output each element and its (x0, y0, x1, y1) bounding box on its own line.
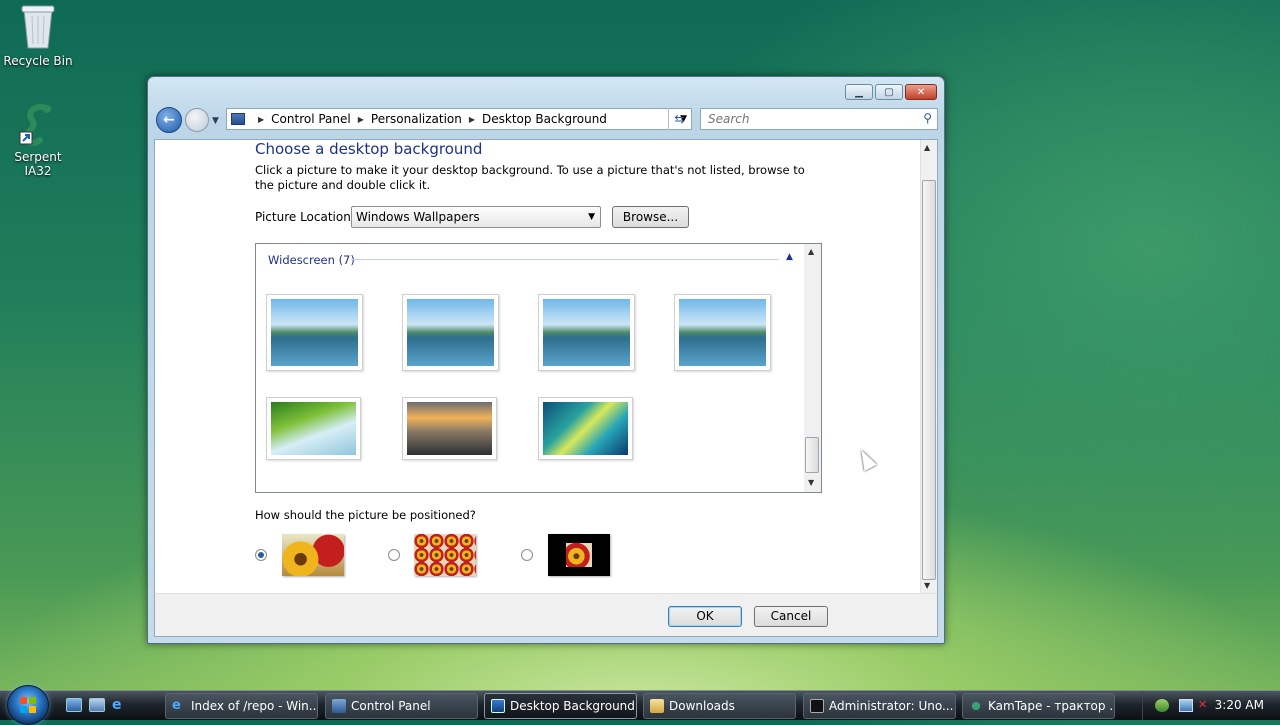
chevron-right-icon[interactable]: ▶ (469, 115, 475, 124)
scroll-up-icon[interactable]: ▲ (808, 247, 814, 256)
task-downloads[interactable]: Downloads (643, 693, 796, 719)
update-icon[interactable] (1155, 699, 1169, 712)
task-label: Desktop Background (510, 699, 635, 713)
task-label: Index of /repo - Win... (191, 699, 318, 713)
ie-icon[interactable]: e (112, 698, 128, 712)
recycle-bin-icon (21, 5, 55, 49)
caption-buttons: ▁ ▢ ✕ (845, 84, 937, 100)
system-tray: ✕ 3:20 AM (1142, 691, 1280, 720)
wallpaper-thumbnail[interactable] (538, 397, 633, 460)
maximize-button[interactable]: ▢ (875, 84, 903, 100)
picture-location-value: Windows Wallpapers (356, 210, 480, 224)
gallery-scroll-thumb[interactable] (805, 437, 819, 473)
content-area: Choose a desktop background Click a pict… (154, 139, 938, 593)
position-tile-radio[interactable] (388, 549, 400, 561)
gallery-scrollbar[interactable]: ▲ ▼ (804, 244, 821, 492)
navigation-bar: ← ▼ ▶ Control Panel ▶ Personalization ▶ … (156, 107, 938, 135)
wallpaper-thumbnail[interactable] (266, 294, 363, 371)
scroll-down-icon[interactable]: ▼ (808, 478, 814, 487)
serpent-icon (969, 699, 983, 713)
position-tile-preview[interactable] (414, 534, 476, 576)
start-button[interactable] (7, 685, 49, 725)
desktop-background-window: ▁ ▢ ✕ ← ▼ ▶ Control Panel ▶ Personalizat… (147, 76, 945, 644)
taskbar: e e Index of /repo - Win... Control Pane… (0, 685, 1280, 725)
clock[interactable]: 3:20 AM (1215, 698, 1264, 712)
position-question: How should the picture be positioned? (255, 508, 476, 522)
task-desktop-background[interactable]: Desktop Background (484, 693, 637, 719)
minimize-icon: ▁ (855, 86, 863, 98)
forward-button[interactable] (185, 108, 209, 132)
cmd-icon (810, 699, 824, 713)
position-center-radio[interactable] (521, 549, 533, 561)
task-ie-index[interactable]: e Index of /repo - Win... (165, 693, 318, 719)
task-label: KamTape - трактор ... (988, 699, 1115, 713)
maximize-icon: ▢ (884, 86, 894, 98)
chevron-down-icon: ▼ (212, 116, 219, 126)
search-icon[interactable]: ⚲ (923, 111, 932, 125)
task-control-panel[interactable]: Control Panel (325, 693, 478, 719)
content-scroll-thumb[interactable] (922, 180, 936, 580)
address-bar[interactable]: ▶ Control Panel ▶ Personalization ▶ Desk… (226, 108, 692, 130)
breadcrumb-personalization[interactable]: Personalization (371, 112, 462, 126)
desktop-icon-recycle-bin[interactable]: Recycle Bin (0, 4, 76, 68)
content-scrollbar[interactable]: ▲ ▼ (920, 140, 937, 593)
show-desktop-icon[interactable] (66, 698, 82, 712)
desktop-icon-label: Serpent IA32 (14, 150, 62, 178)
group-header-widescreen[interactable]: Widescreen (7) (268, 253, 355, 267)
browse-button[interactable]: Browse... (612, 206, 689, 228)
task-administrator-cmd[interactable]: Administrator: Uno... (803, 693, 956, 719)
scroll-up-icon[interactable]: ▲ (924, 143, 930, 152)
task-label: Administrator: Uno... (829, 699, 954, 713)
chevron-down-icon: ▼ (588, 212, 595, 222)
task-label: Control Panel (351, 699, 431, 713)
cancel-button[interactable]: Cancel (754, 606, 828, 627)
desktop-icon-serpent[interactable]: Serpent IA32 (0, 102, 76, 178)
refresh-button[interactable]: ⇆ (668, 108, 690, 130)
desktop-background-icon (491, 699, 505, 713)
switch-windows-icon[interactable] (89, 698, 105, 712)
task-label: Downloads (669, 699, 735, 713)
dialog-footer: OK Cancel (154, 593, 938, 637)
control-panel-icon (332, 699, 346, 713)
chevron-right-icon: ▶ (258, 114, 265, 124)
wallpaper-thumbnail[interactable] (402, 294, 499, 371)
back-button[interactable]: ← (156, 107, 182, 133)
search-box[interactable]: ⚲ (700, 108, 938, 130)
page-title: Choose a desktop background (255, 140, 483, 158)
wallpaper-thumbnail[interactable] (266, 397, 361, 460)
ie-icon: e (172, 698, 181, 713)
position-center-preview[interactable] (548, 534, 610, 576)
ok-button[interactable]: OK (668, 606, 742, 627)
search-input[interactable] (706, 110, 906, 128)
wallpaper-gallery: Widescreen (7) ▲ ▲ ▼ (255, 243, 822, 493)
breadcrumb-control-panel[interactable]: Control Panel (271, 112, 351, 126)
recent-pages-dropdown[interactable]: ▼ (212, 116, 219, 126)
page-description: Click a picture to make it your desktop … (255, 163, 805, 192)
scroll-down-icon[interactable]: ▼ (924, 581, 930, 590)
position-fit-preview[interactable] (282, 534, 344, 576)
refresh-icon: ⇆ (674, 112, 685, 126)
breadcrumb-desktop-background[interactable]: Desktop Background (482, 112, 607, 126)
close-button[interactable]: ✕ (905, 84, 937, 100)
task-kamtape[interactable]: KamTape - трактор ... (962, 693, 1115, 719)
network-icon[interactable] (1179, 699, 1193, 712)
chevron-right-icon[interactable]: ▶ (358, 115, 364, 124)
back-arrow-icon: ← (163, 112, 175, 128)
desktop-icon-label: Recycle Bin (3, 54, 73, 68)
serpent-icon (19, 104, 51, 146)
volume-muted-icon[interactable]: ✕ (1198, 699, 1212, 712)
position-fit-radio[interactable] (255, 549, 267, 561)
wallpaper-thumbnail[interactable] (402, 397, 497, 460)
group-divider (351, 259, 779, 260)
picture-location-select[interactable]: Windows Wallpapers ▼ (351, 206, 601, 228)
wallpaper-thumbnail[interactable] (538, 294, 635, 371)
folder-icon (650, 699, 664, 713)
wallpaper-thumbnail[interactable] (674, 294, 771, 371)
close-icon: ✕ (916, 86, 926, 98)
collapse-group-icon[interactable]: ▲ (786, 252, 793, 262)
picture-location-label: Picture Location (255, 210, 351, 224)
minimize-button[interactable]: ▁ (845, 84, 873, 100)
control-panel-icon (231, 113, 245, 125)
